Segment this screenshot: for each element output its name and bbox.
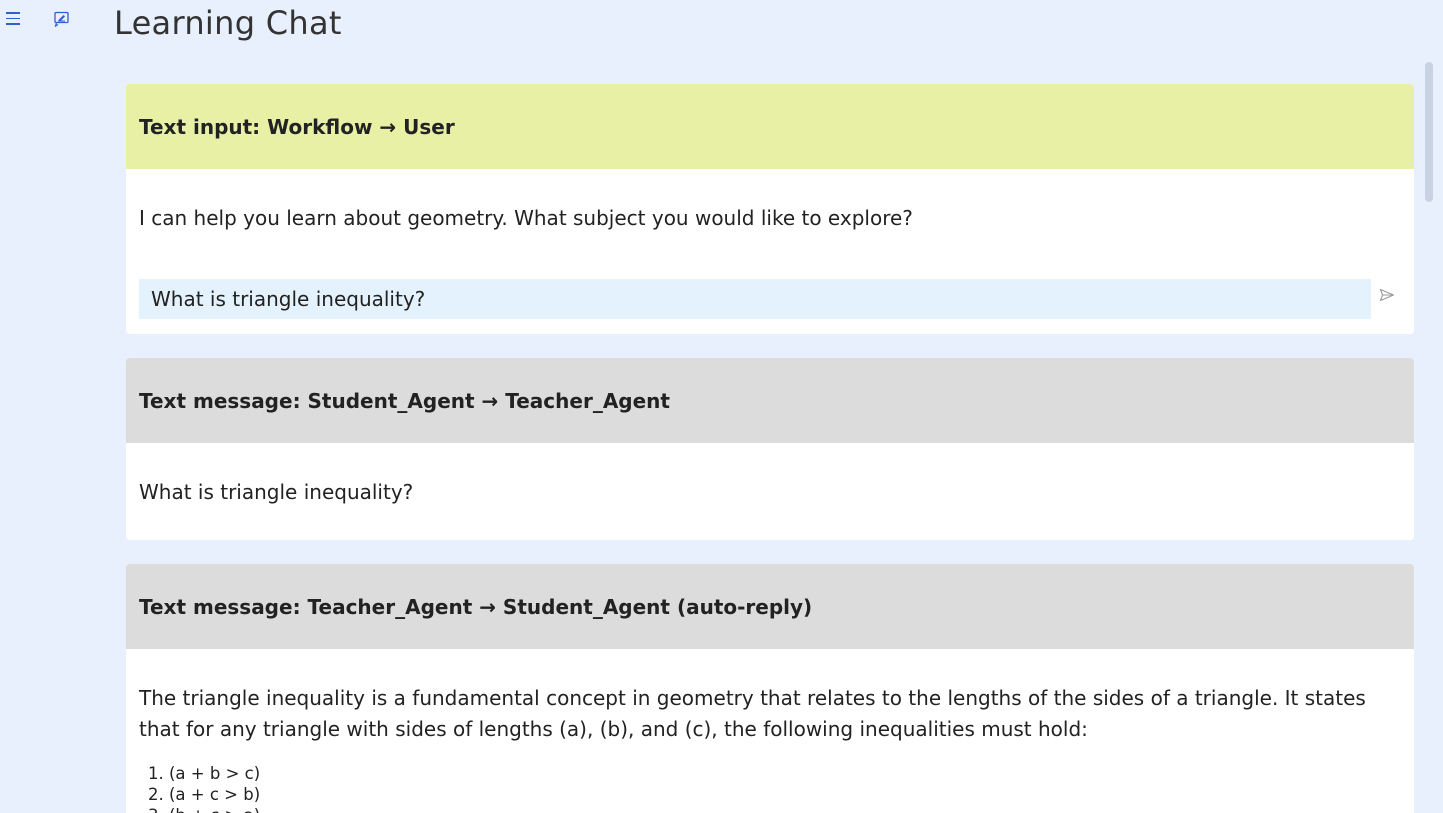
chat-transcript: Text input: Workflow → User I can help y… <box>126 84 1414 813</box>
message-text: What is triangle inequality? <box>139 480 414 504</box>
inequality-list: (a + b > c) (a + c > b) (b + c > a) <box>139 763 1401 813</box>
text-message-card: Text message: Teacher_Agent → Student_Ag… <box>126 564 1414 813</box>
card-header: Text message: Teacher_Agent → Student_Ag… <box>126 564 1414 649</box>
list-item: (a + b > c) <box>169 763 1401 784</box>
text-input-card: Text input: Workflow → User I can help y… <box>126 84 1414 334</box>
app-page: Learning Chat Text input: Workflow → Use… <box>0 0 1443 813</box>
scrollbar-thumb[interactable] <box>1425 62 1433 202</box>
reply-input[interactable] <box>139 279 1371 319</box>
card-body: What is triangle inequality? <box>126 443 1414 540</box>
page-title: Learning Chat <box>114 4 342 42</box>
card-header: Text input: Workflow → User <box>126 84 1414 169</box>
hamburger-menu-icon[interactable] <box>6 12 22 26</box>
list-item: (a + c > b) <box>169 784 1401 805</box>
input-prompt: I can help you learn about geometry. Wha… <box>139 206 913 230</box>
text-message-card: Text message: Student_Agent → Teacher_Ag… <box>126 358 1414 540</box>
card-header: Text message: Student_Agent → Teacher_Ag… <box>126 358 1414 443</box>
list-item: (b + c > a) <box>169 805 1401 813</box>
message-text: The triangle inequality is a fundamental… <box>139 686 1366 741</box>
card-body: The triangle inequality is a fundamental… <box>126 649 1414 813</box>
edit-chat-icon[interactable] <box>54 11 70 28</box>
send-icon[interactable] <box>1379 287 1395 303</box>
card-body: I can help you learn about geometry. Wha… <box>126 169 1414 334</box>
